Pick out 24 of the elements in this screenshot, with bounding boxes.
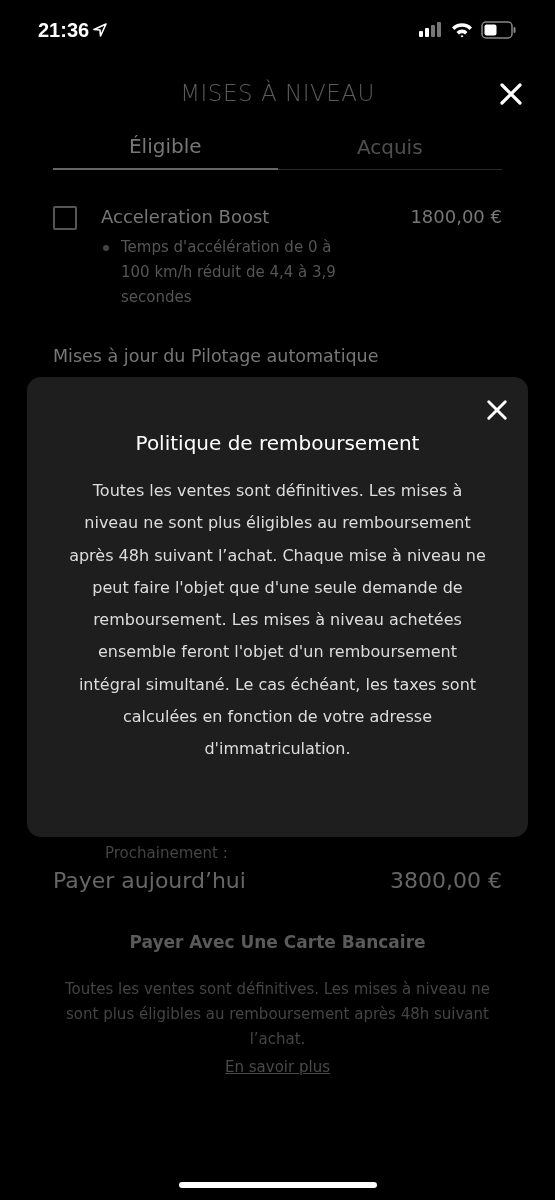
total-label: Payer aujourd’hui	[53, 868, 246, 893]
dialog-text: Toutes les ventes sont définitives. Les mises à niveau ne sont plus éligibles au remboursement après 48h suivant l’achat. Chaque mise à niveau ne peut faire l'objet que d'une seule demande de remboursement. Les mises à niveau achetées ensemble feront l'objet d'un remboursement intégral simultané. Le cas échéant, les taxes sont calculées en fonction de votre adresse d'immatriculation.	[69, 480, 486, 761]
close-icon[interactable]	[486, 399, 508, 421]
close-icon[interactable]	[499, 82, 523, 106]
disclaimer-text: Toutes les ventes sont définitives. Les mises à niveau ne sont plus éligibles au remboursement après 48h suivant l’achat.	[63, 979, 492, 1050]
location-arrow-icon	[93, 23, 108, 37]
wifi-icon	[451, 22, 473, 38]
battery-icon	[481, 21, 517, 39]
learn-more-link[interactable]: En savoir plus	[225, 1058, 330, 1076]
coming-soon-label: Prochainement :	[105, 844, 229, 862]
checkbox[interactable]	[53, 206, 77, 230]
dialog-title: Politique de remboursement	[134, 431, 421, 455]
upgrade-price: 1800,00 €	[410, 206, 502, 227]
tab[interactable]: Éligible	[53, 130, 278, 170]
upgrade-name: Acceleration Boost	[101, 206, 270, 227]
status-time: 21:36	[38, 18, 90, 42]
page-title: MISES À NIVEAU	[180, 80, 375, 106]
total-amount: 3800,00 €	[390, 868, 502, 893]
signal-icon	[419, 22, 443, 38]
pay-button[interactable]: Payer Avec Une Carte Bancaire	[123, 931, 432, 953]
bullet-icon	[103, 245, 109, 251]
section-heading: Mises à jour du Pilotage automatique	[53, 346, 380, 366]
upgrade-detail: Temps d'accélération de 0 à 100 km/h réduit de 4,4 à 3,9 secondes	[121, 237, 337, 308]
tab[interactable]: Acquis	[277, 130, 502, 170]
